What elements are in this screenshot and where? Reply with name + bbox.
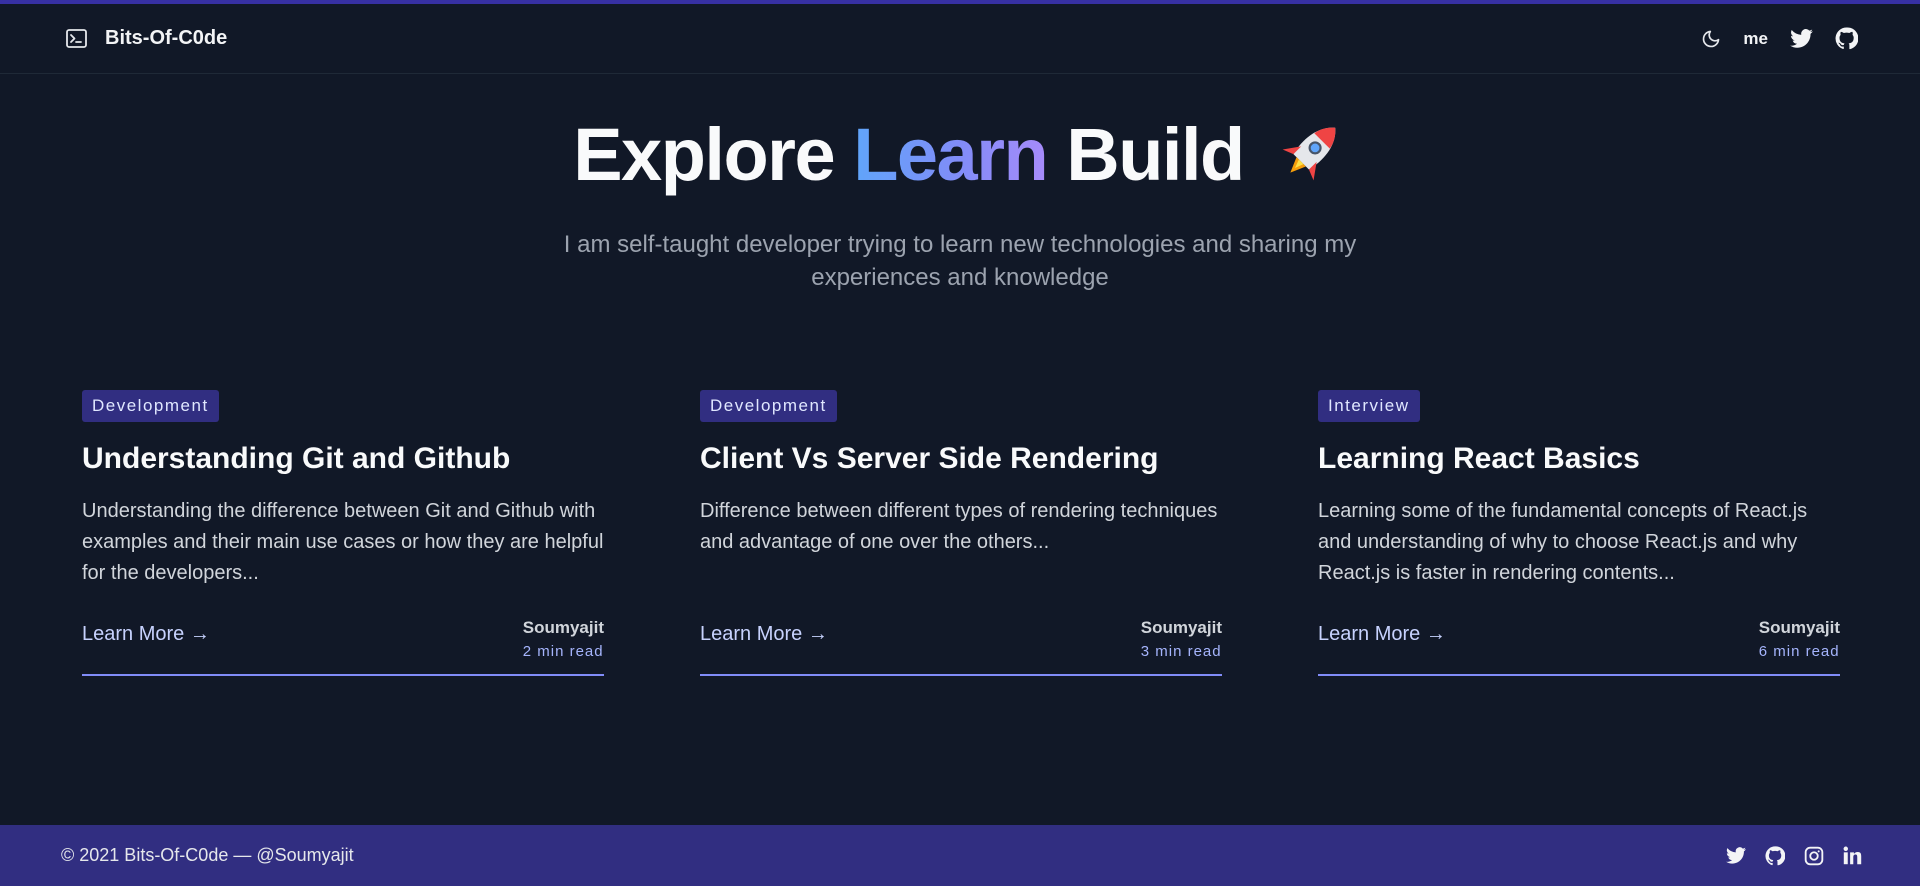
category-badge[interactable]: Development xyxy=(700,390,837,422)
post-card-git: Development Understanding Git and Github… xyxy=(82,390,604,676)
twitter-icon[interactable] xyxy=(1790,29,1813,48)
hero-title: Explore Learn Build xyxy=(0,112,1920,203)
hero-subtitle: I am self-taught developer trying to lea… xyxy=(563,231,1357,291)
brand-link[interactable]: Bits-Of-C0de xyxy=(66,27,227,50)
hero-title-explore: Explore xyxy=(573,113,835,196)
rocket-icon xyxy=(1277,116,1347,203)
post-title[interactable]: Client Vs Server Side Rendering xyxy=(700,442,1222,476)
post-author: Soumyajit xyxy=(1758,618,1840,637)
github-icon[interactable] xyxy=(1835,27,1858,50)
copyright-text: © 2021 Bits-Of-C0de — @Soumyajit xyxy=(61,845,354,865)
post-card-react: Interview Learning React Basics Learning… xyxy=(1318,390,1840,676)
learn-more-link[interactable]: Learn More → xyxy=(1318,623,1446,660)
hero-title-build: Build xyxy=(1066,113,1245,196)
navbar: Bits-Of-C0de me xyxy=(0,4,1920,74)
me-link[interactable]: me xyxy=(1743,29,1768,49)
post-card-rendering: Development Client Vs Server Side Render… xyxy=(700,390,1222,676)
post-description: Understanding the difference between Git… xyxy=(82,500,604,584)
post-footer: Learn More → Soumyajit 3 min read xyxy=(700,618,1222,660)
post-footer: Learn More → Soumyajit 2 min read xyxy=(82,618,604,660)
github-icon[interactable] xyxy=(1765,845,1785,866)
post-meta: Soumyajit 3 min read xyxy=(1141,618,1222,660)
category-badge[interactable]: Development xyxy=(82,390,219,422)
learn-more-link[interactable]: Learn More → xyxy=(82,623,210,660)
learn-more-link[interactable]: Learn More → xyxy=(700,623,828,660)
footer: © 2021 Bits-Of-C0de — @Soumyajit xyxy=(0,825,1920,886)
terminal-icon xyxy=(66,29,87,48)
post-author: Soumyajit xyxy=(522,618,604,637)
moon-icon[interactable] xyxy=(1701,29,1721,49)
post-meta: Soumyajit 6 min read xyxy=(1759,618,1840,660)
post-title[interactable]: Understanding Git and Github xyxy=(82,442,604,476)
category-badge[interactable]: Interview xyxy=(1318,390,1420,422)
nav-actions: me xyxy=(1701,27,1858,50)
instagram-icon[interactable] xyxy=(1804,846,1824,866)
post-title[interactable]: Learning React Basics xyxy=(1318,442,1840,476)
post-description: Difference between different types of re… xyxy=(700,500,1218,553)
post-meta: Soumyajit 2 min read xyxy=(523,618,604,660)
post-description: Learning some of the fundamental concept… xyxy=(1318,500,1808,584)
post-author: Soumyajit xyxy=(1140,618,1222,637)
hero-title-learn: Learn xyxy=(853,113,1049,196)
post-read-time: 3 min read xyxy=(1140,643,1222,660)
post-read-time: 6 min read xyxy=(1758,643,1840,660)
linkedin-icon[interactable] xyxy=(1843,846,1862,865)
footer-social-links xyxy=(1726,845,1862,866)
twitter-icon[interactable] xyxy=(1726,847,1746,864)
brand-name: Bits-Of-C0de xyxy=(105,27,228,49)
post-footer: Learn More → Soumyajit 6 min read xyxy=(1318,618,1840,660)
post-read-time: 2 min read xyxy=(522,643,604,660)
